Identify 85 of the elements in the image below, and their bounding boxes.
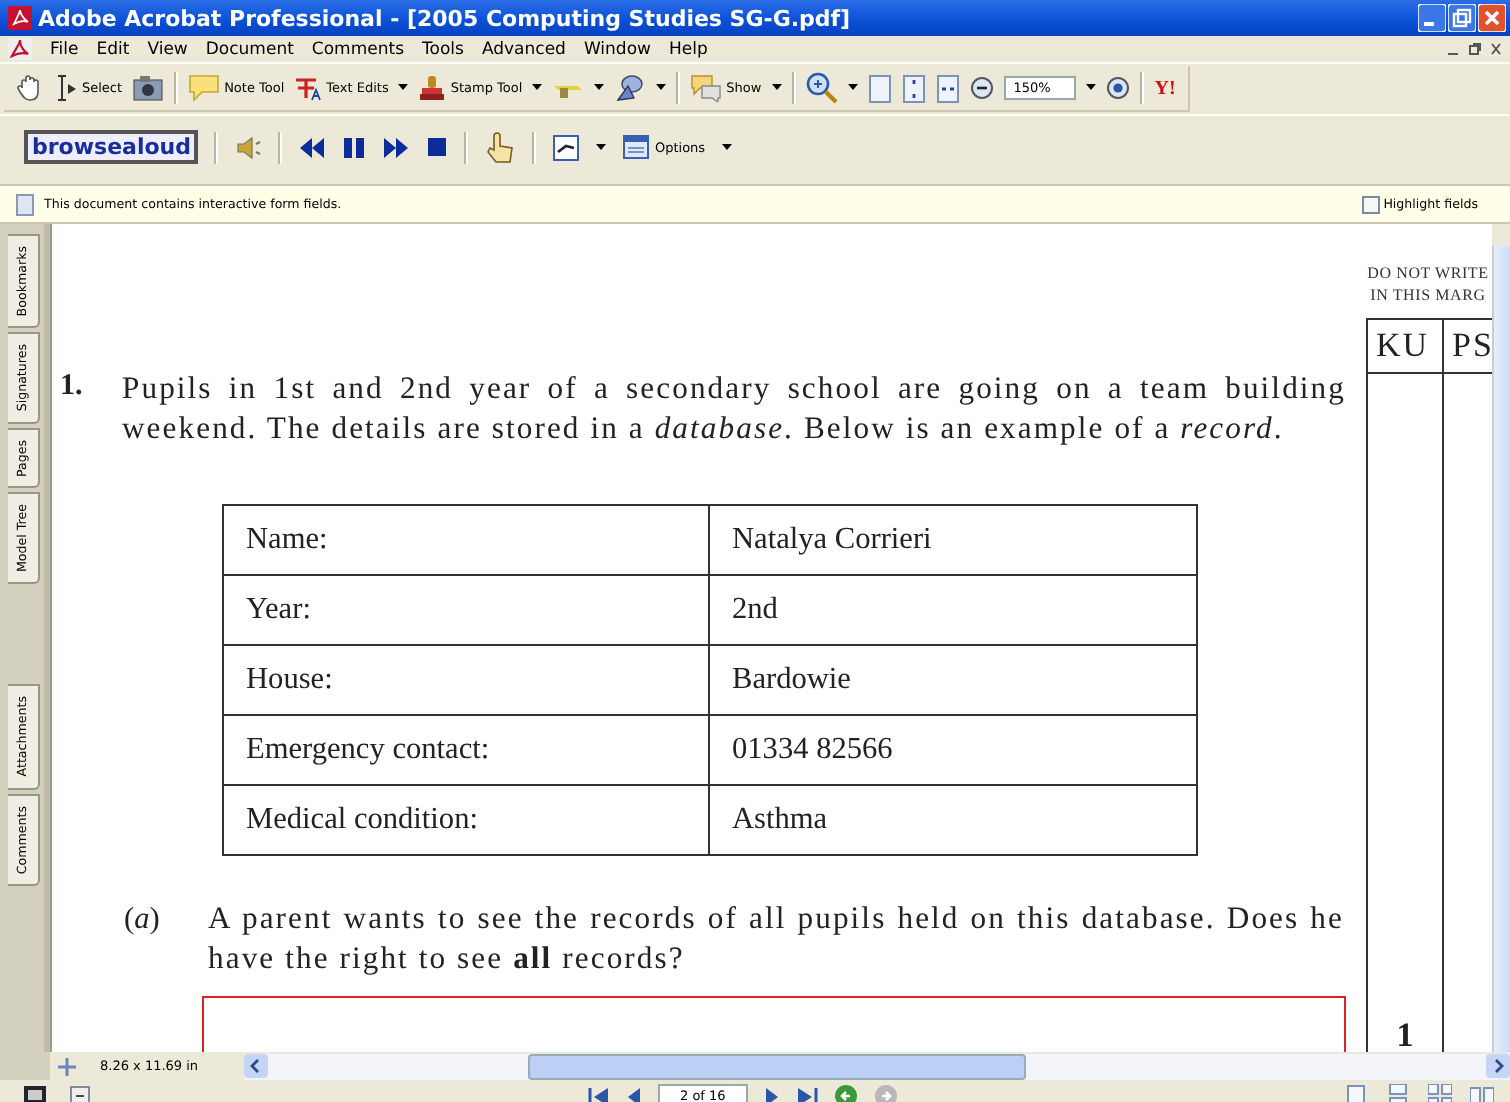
back-icon[interactable] — [833, 1084, 858, 1102]
caret-icon[interactable] — [847, 84, 858, 92]
close-button[interactable] — [1478, 4, 1506, 32]
zoom-out-icon[interactable] — [969, 76, 994, 100]
caret-icon[interactable] — [771, 84, 782, 92]
table-cell: Emergency contact: — [223, 715, 709, 785]
single-page-icon[interactable] — [1344, 1084, 1368, 1102]
menu-item[interactable]: File — [50, 39, 79, 59]
margin-note: DO NOT WRITE IN THIS MARG — [1365, 264, 1491, 306]
part-label: (a) — [124, 900, 162, 940]
panel-icon[interactable] — [24, 1086, 46, 1102]
last-page-icon[interactable] — [795, 1085, 818, 1102]
fit-height-icon[interactable] — [901, 73, 926, 103]
pause-icon[interactable] — [342, 135, 367, 159]
restore-icon[interactable] — [1468, 42, 1482, 56]
yahoo-button[interactable]: Y! — [1154, 77, 1176, 99]
first-page-icon[interactable] — [588, 1085, 610, 1102]
pointing-hand-icon[interactable] — [484, 131, 517, 163]
table-cell: Name: — [223, 505, 709, 575]
scroll-right-icon[interactable] — [1486, 1054, 1510, 1078]
screen-mask-icon[interactable] — [552, 133, 581, 161]
continuous-page-icon[interactable] — [1386, 1084, 1410, 1102]
menu-item[interactable]: Help — [668, 39, 708, 59]
table-cell: Natalya Corrieri — [709, 505, 1197, 575]
acrobat-icon — [8, 6, 32, 30]
stop-icon[interactable] — [426, 136, 449, 158]
mark-value: 1 — [1396, 1018, 1414, 1052]
camera-icon[interactable] — [132, 74, 165, 102]
window-title: Adobe Acrobat Professional - [2005 Computing Studies SG-G.pdf] — [38, 5, 853, 31]
menu-item[interactable]: View — [147, 39, 188, 59]
next-page-icon[interactable] — [763, 1085, 780, 1102]
caret-icon[interactable] — [721, 143, 732, 151]
document-icon — [16, 193, 34, 215]
collapse-icon[interactable] — [70, 1086, 90, 1102]
menu-item[interactable]: Comments — [311, 39, 404, 59]
caret-icon[interactable] — [596, 143, 607, 151]
table-cell: Bardowie — [709, 645, 1197, 715]
caret-icon[interactable] — [1086, 84, 1097, 92]
menu-item[interactable]: Window — [583, 39, 651, 59]
zoom-in-icon[interactable] — [1106, 76, 1131, 100]
table-cell: Asthma — [709, 785, 1197, 855]
scroll-left-icon[interactable] — [244, 1054, 268, 1078]
close-icon[interactable] — [1490, 42, 1502, 56]
vertical-scrollbar[interactable] — [1492, 246, 1510, 1052]
text-edit-icon — [294, 74, 323, 102]
caret-icon[interactable] — [594, 84, 605, 92]
table-cell: Medical condition: — [223, 785, 709, 855]
magnifier-icon[interactable] — [805, 72, 838, 104]
page-icon[interactable] — [867, 73, 892, 103]
fit-width-icon[interactable] — [935, 73, 960, 103]
column-heading: KU — [1368, 318, 1442, 374]
question-text: Pupils in 1st and 2nd year of a secondary school are going on a team building weekend. The details are stored in a database. Below is an example of a record. — [122, 370, 1346, 450]
table-cell: House: — [223, 645, 709, 715]
table-cell: 2nd — [709, 575, 1197, 645]
menu-item[interactable]: Tools — [422, 39, 464, 59]
previous-page-icon[interactable] — [626, 1085, 642, 1102]
minimize-button[interactable] — [1418, 4, 1446, 32]
rewind-icon[interactable] — [298, 135, 327, 159]
menu-item[interactable]: Document — [205, 39, 294, 59]
question-number: 1. — [60, 370, 85, 406]
table-cell: Year: — [223, 575, 709, 645]
acrobat-icon — [8, 38, 32, 60]
browsealoud-logo[interactable]: browsealoud — [24, 130, 199, 164]
fast-forward-icon[interactable] — [382, 135, 411, 159]
shapes-icon[interactable] — [614, 74, 647, 102]
window-icon — [622, 134, 651, 160]
table-cell: 01334 82566 — [709, 715, 1197, 785]
caret-icon[interactable] — [398, 84, 409, 92]
highlight-checkbox[interactable] — [1361, 195, 1380, 213]
caret-icon[interactable] — [656, 84, 667, 92]
text-cursor-icon — [54, 74, 78, 102]
facing-pages-icon[interactable] — [1428, 1084, 1452, 1102]
part-text: A parent wants to see the records of all pupils held on this database. Does he have the right to see all records? — [208, 900, 1344, 980]
menu-item[interactable]: Edit — [96, 39, 130, 59]
menu-item[interactable]: Advanced — [481, 39, 566, 59]
hand-icon[interactable] — [16, 74, 44, 102]
restore-button[interactable] — [1448, 4, 1476, 32]
speech-bubbles-icon — [690, 74, 723, 102]
speech-bubble-icon — [188, 74, 221, 102]
caret-icon[interactable] — [532, 84, 543, 92]
speaker-icon[interactable] — [234, 133, 263, 161]
two-page-icon[interactable] — [1470, 1084, 1494, 1102]
horizontal-scrollbar[interactable] — [244, 1053, 1510, 1079]
split-icon[interactable] — [58, 1057, 76, 1075]
stamp-icon — [418, 74, 447, 102]
